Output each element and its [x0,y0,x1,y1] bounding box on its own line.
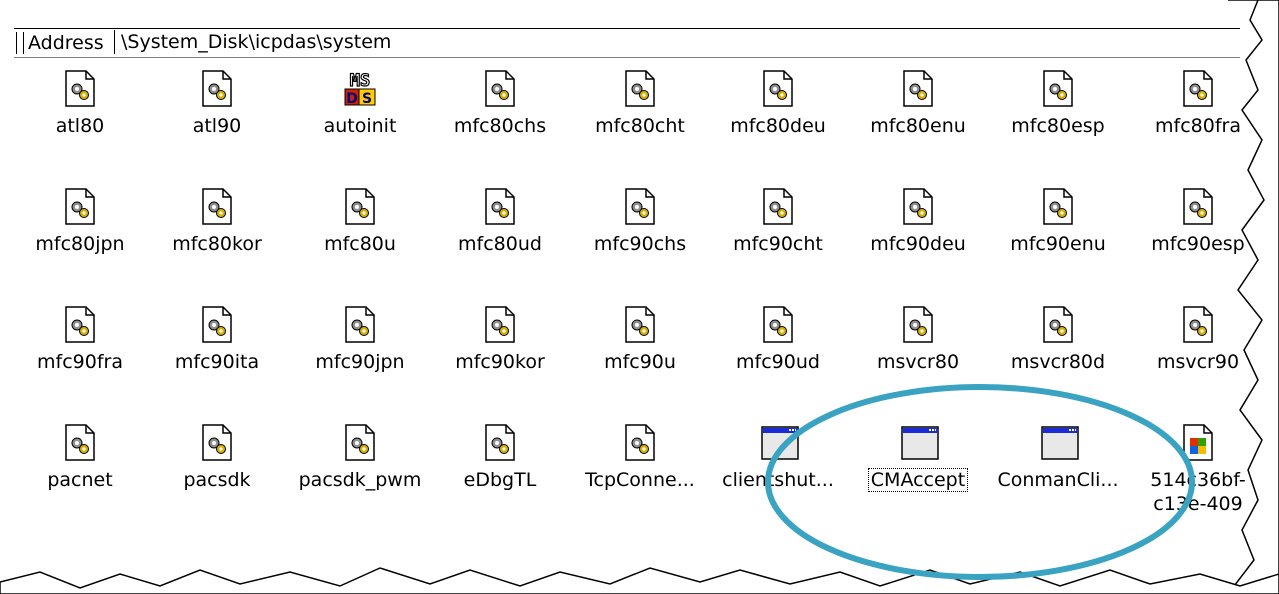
highlight-ellipse [765,384,1195,580]
